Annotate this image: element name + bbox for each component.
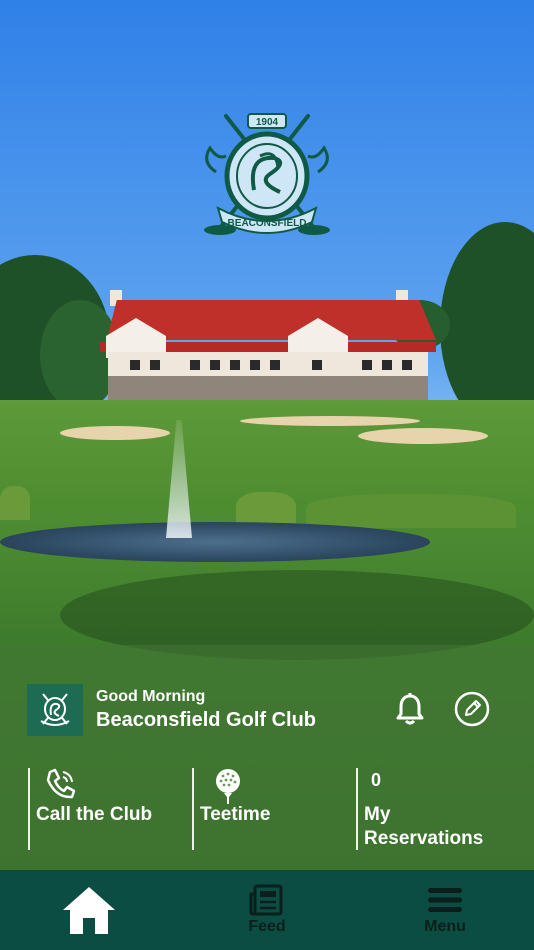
club-badge[interactable] (27, 684, 83, 736)
pond (0, 522, 430, 562)
edit-button[interactable] (453, 690, 491, 728)
my-reservations-button[interactable]: 0 My Reservations (358, 766, 528, 856)
bell-icon (396, 693, 424, 725)
club-badge-crest-icon (40, 693, 70, 726)
pencil-icon (454, 691, 490, 727)
news-icon (249, 884, 283, 916)
reeds (0, 486, 30, 520)
nav-menu-label: Menu (424, 918, 466, 935)
bunker (240, 416, 420, 426)
clubhouse (100, 290, 436, 402)
greeting-text: Good Morning (96, 688, 206, 705)
club-crest-logo: 1904 BEACONSFIELD (204, 113, 330, 235)
reservations-label-line1: My (364, 804, 391, 825)
home-icon (63, 887, 115, 934)
call-club-label: Call the Club (36, 804, 153, 825)
bunker (358, 428, 488, 444)
club-name: Beaconsfield Golf Club (96, 709, 317, 731)
crest-year: 1904 (256, 117, 279, 128)
call-club-button[interactable]: Call the Club (30, 766, 190, 856)
bottom-navigation: Feed Menu (0, 870, 534, 950)
hamburger-icon (428, 888, 462, 912)
golf-ball-icon (216, 769, 240, 804)
nav-home[interactable] (44, 870, 134, 950)
phone-icon (46, 768, 76, 799)
nav-feed-label: Feed (248, 918, 286, 935)
nav-feed[interactable]: Feed (222, 870, 312, 950)
teetime-label: Teetime (200, 804, 271, 825)
reeds (306, 494, 516, 528)
bunker (60, 426, 170, 440)
teetime-button[interactable]: Teetime (194, 766, 354, 856)
crest-name: BEACONSFIELD (228, 218, 307, 229)
reservations-count: 0 (371, 770, 382, 790)
notifications-button[interactable] (391, 690, 429, 728)
reservations-label-line2: Reservations (364, 828, 484, 849)
reeds (236, 492, 296, 526)
nav-menu[interactable]: Menu (400, 870, 490, 950)
